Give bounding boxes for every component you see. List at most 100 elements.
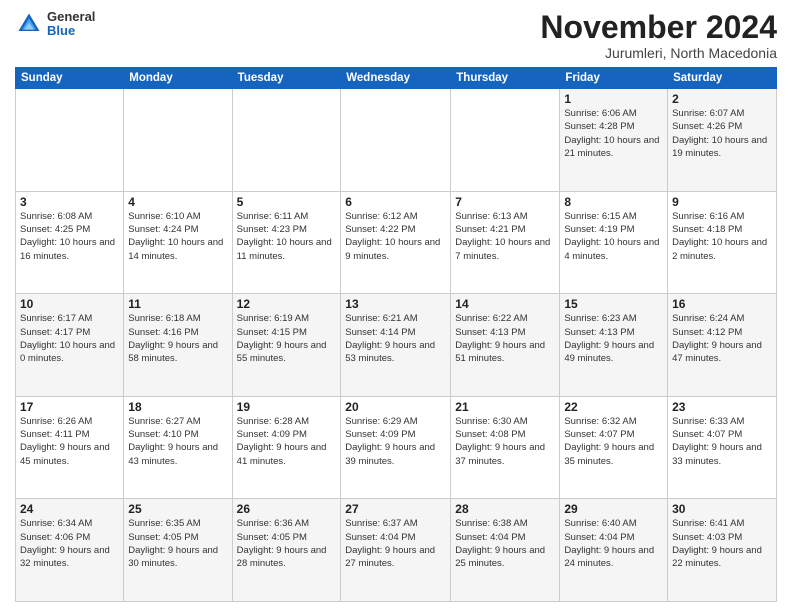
day-number: 11	[128, 297, 227, 311]
day-info: Sunrise: 6:12 AM Sunset: 4:22 PM Dayligh…	[345, 210, 446, 263]
day-number: 18	[128, 400, 227, 414]
calendar-body: 1Sunrise: 6:06 AM Sunset: 4:28 PM Daylig…	[16, 89, 777, 602]
calendar-cell: 23Sunrise: 6:33 AM Sunset: 4:07 PM Dayli…	[668, 396, 777, 499]
day-info: Sunrise: 6:29 AM Sunset: 4:09 PM Dayligh…	[345, 415, 446, 468]
day-info: Sunrise: 6:26 AM Sunset: 4:11 PM Dayligh…	[20, 415, 119, 468]
calendar-cell: 27Sunrise: 6:37 AM Sunset: 4:04 PM Dayli…	[341, 499, 451, 602]
calendar-cell: 17Sunrise: 6:26 AM Sunset: 4:11 PM Dayli…	[16, 396, 124, 499]
day-info: Sunrise: 6:40 AM Sunset: 4:04 PM Dayligh…	[564, 517, 663, 570]
subtitle: Jurumleri, North Macedonia	[540, 45, 777, 61]
day-of-week-header: Wednesday	[341, 68, 451, 89]
calendar-cell: 1Sunrise: 6:06 AM Sunset: 4:28 PM Daylig…	[560, 89, 668, 192]
calendar-cell: 2Sunrise: 6:07 AM Sunset: 4:26 PM Daylig…	[668, 89, 777, 192]
day-number: 7	[455, 195, 555, 209]
day-number: 12	[237, 297, 337, 311]
day-number: 22	[564, 400, 663, 414]
day-info: Sunrise: 6:37 AM Sunset: 4:04 PM Dayligh…	[345, 517, 446, 570]
day-number: 13	[345, 297, 446, 311]
day-of-week-header: Sunday	[16, 68, 124, 89]
day-info: Sunrise: 6:33 AM Sunset: 4:07 PM Dayligh…	[672, 415, 772, 468]
calendar-week-row: 10Sunrise: 6:17 AM Sunset: 4:17 PM Dayli…	[16, 294, 777, 397]
logo-icon	[15, 10, 43, 38]
logo-general-text: General	[47, 10, 95, 24]
day-number: 1	[564, 92, 663, 106]
day-number: 21	[455, 400, 555, 414]
day-info: Sunrise: 6:11 AM Sunset: 4:23 PM Dayligh…	[237, 210, 337, 263]
calendar-cell: 8Sunrise: 6:15 AM Sunset: 4:19 PM Daylig…	[560, 191, 668, 294]
day-info: Sunrise: 6:32 AM Sunset: 4:07 PM Dayligh…	[564, 415, 663, 468]
day-number: 28	[455, 502, 555, 516]
day-of-week-header: Friday	[560, 68, 668, 89]
day-info: Sunrise: 6:13 AM Sunset: 4:21 PM Dayligh…	[455, 210, 555, 263]
day-info: Sunrise: 6:06 AM Sunset: 4:28 PM Dayligh…	[564, 107, 663, 160]
day-info: Sunrise: 6:10 AM Sunset: 4:24 PM Dayligh…	[128, 210, 227, 263]
title-block: November 2024 Jurumleri, North Macedonia	[540, 10, 777, 61]
day-info: Sunrise: 6:07 AM Sunset: 4:26 PM Dayligh…	[672, 107, 772, 160]
day-number: 29	[564, 502, 663, 516]
day-info: Sunrise: 6:36 AM Sunset: 4:05 PM Dayligh…	[237, 517, 337, 570]
day-of-week-header: Monday	[124, 68, 232, 89]
day-info: Sunrise: 6:28 AM Sunset: 4:09 PM Dayligh…	[237, 415, 337, 468]
calendar-cell: 19Sunrise: 6:28 AM Sunset: 4:09 PM Dayli…	[232, 396, 341, 499]
calendar-cell: 7Sunrise: 6:13 AM Sunset: 4:21 PM Daylig…	[451, 191, 560, 294]
day-number: 8	[564, 195, 663, 209]
calendar-cell: 14Sunrise: 6:22 AM Sunset: 4:13 PM Dayli…	[451, 294, 560, 397]
day-info: Sunrise: 6:17 AM Sunset: 4:17 PM Dayligh…	[20, 312, 119, 365]
day-info: Sunrise: 6:22 AM Sunset: 4:13 PM Dayligh…	[455, 312, 555, 365]
calendar-cell	[124, 89, 232, 192]
calendar-week-row: 17Sunrise: 6:26 AM Sunset: 4:11 PM Dayli…	[16, 396, 777, 499]
day-info: Sunrise: 6:15 AM Sunset: 4:19 PM Dayligh…	[564, 210, 663, 263]
day-info: Sunrise: 6:30 AM Sunset: 4:08 PM Dayligh…	[455, 415, 555, 468]
day-number: 16	[672, 297, 772, 311]
calendar-cell: 25Sunrise: 6:35 AM Sunset: 4:05 PM Dayli…	[124, 499, 232, 602]
day-info: Sunrise: 6:35 AM Sunset: 4:05 PM Dayligh…	[128, 517, 227, 570]
calendar-cell: 9Sunrise: 6:16 AM Sunset: 4:18 PM Daylig…	[668, 191, 777, 294]
calendar-cell: 28Sunrise: 6:38 AM Sunset: 4:04 PM Dayli…	[451, 499, 560, 602]
day-number: 2	[672, 92, 772, 106]
day-of-week-header: Tuesday	[232, 68, 341, 89]
day-number: 27	[345, 502, 446, 516]
day-info: Sunrise: 6:16 AM Sunset: 4:18 PM Dayligh…	[672, 210, 772, 263]
calendar-cell: 12Sunrise: 6:19 AM Sunset: 4:15 PM Dayli…	[232, 294, 341, 397]
day-info: Sunrise: 6:27 AM Sunset: 4:10 PM Dayligh…	[128, 415, 227, 468]
day-info: Sunrise: 6:21 AM Sunset: 4:14 PM Dayligh…	[345, 312, 446, 365]
day-of-week-header: Thursday	[451, 68, 560, 89]
calendar-cell: 3Sunrise: 6:08 AM Sunset: 4:25 PM Daylig…	[16, 191, 124, 294]
calendar-cell: 15Sunrise: 6:23 AM Sunset: 4:13 PM Dayli…	[560, 294, 668, 397]
day-info: Sunrise: 6:41 AM Sunset: 4:03 PM Dayligh…	[672, 517, 772, 570]
day-info: Sunrise: 6:38 AM Sunset: 4:04 PM Dayligh…	[455, 517, 555, 570]
day-number: 10	[20, 297, 119, 311]
calendar-week-row: 24Sunrise: 6:34 AM Sunset: 4:06 PM Dayli…	[16, 499, 777, 602]
calendar-week-row: 3Sunrise: 6:08 AM Sunset: 4:25 PM Daylig…	[16, 191, 777, 294]
calendar-cell: 20Sunrise: 6:29 AM Sunset: 4:09 PM Dayli…	[341, 396, 451, 499]
calendar-cell	[232, 89, 341, 192]
calendar-cell	[451, 89, 560, 192]
calendar-cell: 21Sunrise: 6:30 AM Sunset: 4:08 PM Dayli…	[451, 396, 560, 499]
day-of-week-header: Saturday	[668, 68, 777, 89]
day-info: Sunrise: 6:34 AM Sunset: 4:06 PM Dayligh…	[20, 517, 119, 570]
calendar-cell	[341, 89, 451, 192]
calendar-cell: 22Sunrise: 6:32 AM Sunset: 4:07 PM Dayli…	[560, 396, 668, 499]
day-of-week-row: SundayMondayTuesdayWednesdayThursdayFrid…	[16, 68, 777, 89]
calendar-cell	[16, 89, 124, 192]
calendar-cell: 13Sunrise: 6:21 AM Sunset: 4:14 PM Dayli…	[341, 294, 451, 397]
day-number: 15	[564, 297, 663, 311]
header: General Blue November 2024 Jurumleri, No…	[15, 10, 777, 61]
month-title: November 2024	[540, 10, 777, 45]
calendar-cell: 5Sunrise: 6:11 AM Sunset: 4:23 PM Daylig…	[232, 191, 341, 294]
calendar-cell: 6Sunrise: 6:12 AM Sunset: 4:22 PM Daylig…	[341, 191, 451, 294]
calendar-cell: 29Sunrise: 6:40 AM Sunset: 4:04 PM Dayli…	[560, 499, 668, 602]
day-number: 24	[20, 502, 119, 516]
day-number: 9	[672, 195, 772, 209]
calendar-cell: 26Sunrise: 6:36 AM Sunset: 4:05 PM Dayli…	[232, 499, 341, 602]
calendar-cell: 4Sunrise: 6:10 AM Sunset: 4:24 PM Daylig…	[124, 191, 232, 294]
day-info: Sunrise: 6:18 AM Sunset: 4:16 PM Dayligh…	[128, 312, 227, 365]
calendar-cell: 30Sunrise: 6:41 AM Sunset: 4:03 PM Dayli…	[668, 499, 777, 602]
day-info: Sunrise: 6:23 AM Sunset: 4:13 PM Dayligh…	[564, 312, 663, 365]
day-info: Sunrise: 6:24 AM Sunset: 4:12 PM Dayligh…	[672, 312, 772, 365]
calendar-cell: 11Sunrise: 6:18 AM Sunset: 4:16 PM Dayli…	[124, 294, 232, 397]
day-number: 19	[237, 400, 337, 414]
day-info: Sunrise: 6:19 AM Sunset: 4:15 PM Dayligh…	[237, 312, 337, 365]
day-number: 14	[455, 297, 555, 311]
day-number: 3	[20, 195, 119, 209]
